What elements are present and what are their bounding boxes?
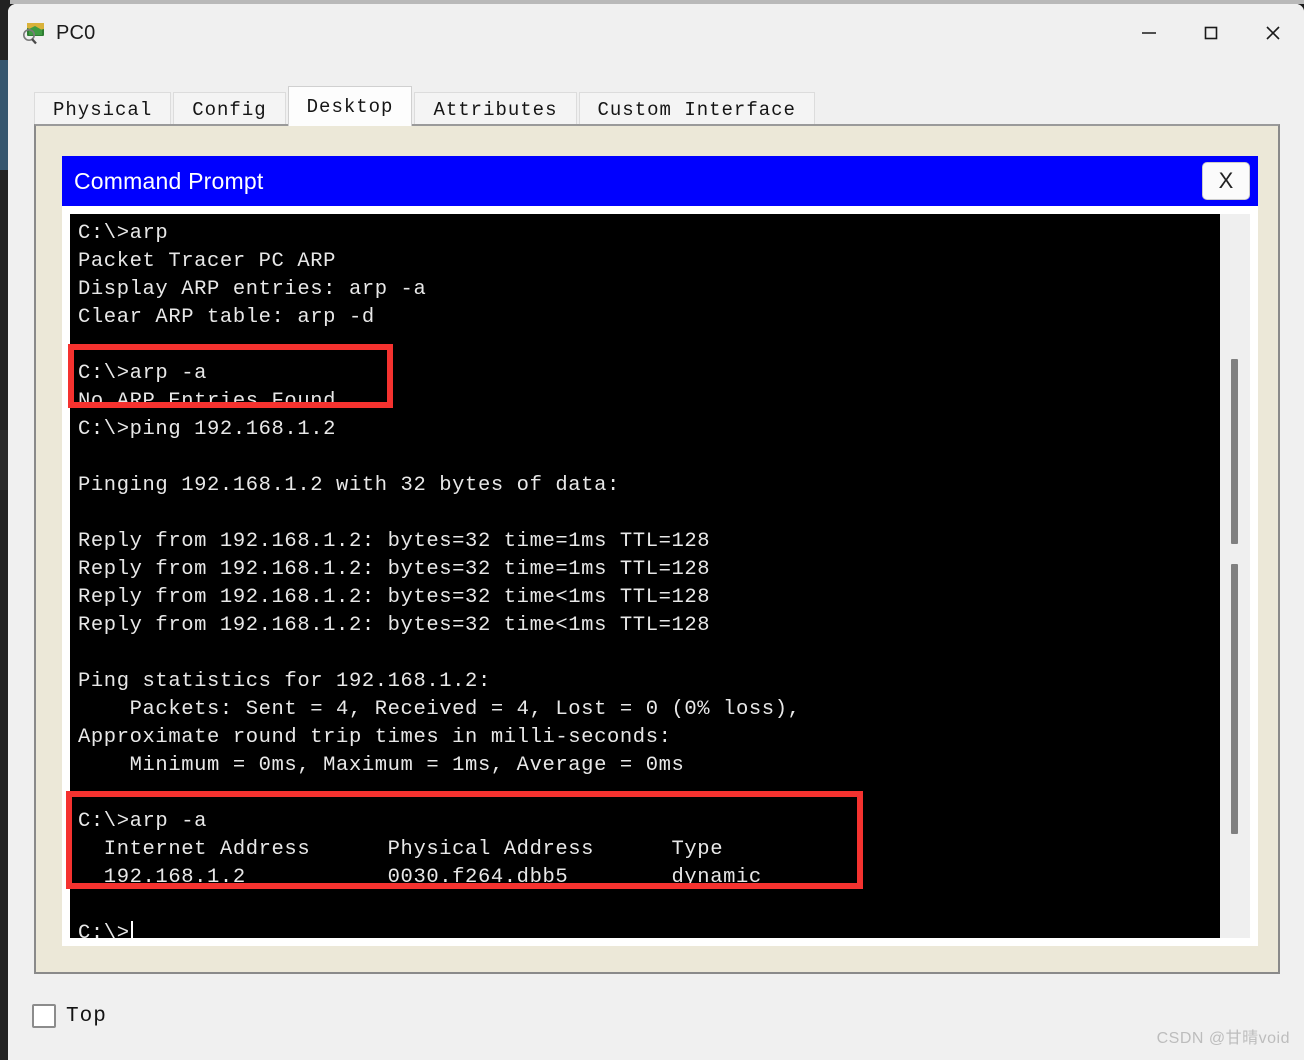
terminal-scrollbar[interactable]	[1220, 214, 1250, 938]
minimize-button[interactable]	[1118, 4, 1180, 62]
tab-physical-label: Physical	[53, 98, 153, 121]
tab-config-label: Config	[192, 98, 267, 121]
terminal-line: C:\>arp -a	[78, 810, 208, 833]
maximize-button[interactable]	[1180, 4, 1242, 62]
terminal-area: C:\>arp Packet Tracer PC ARP Display ARP e…	[66, 214, 1250, 938]
device-tabs: Physical Config Desktop Attributes Custo…	[8, 86, 1304, 126]
terminal-line: Reply from 192.168.1.2: bytes=32 time<1m…	[78, 614, 711, 637]
terminal-scrollbar-thumb-upper[interactable]	[1231, 359, 1238, 544]
terminal-line: 192.168.1.2 0030.f264.dbb5 dynamic	[78, 866, 762, 889]
terminal-line: Minimum = 0ms, Maximum = 1ms, Average = …	[78, 754, 685, 777]
packet-tracer-pc-icon	[22, 20, 48, 46]
terminal-line: Approximate round trip times in milli-se…	[78, 726, 672, 749]
terminal-line: Clear ARP table: arp -d	[78, 306, 375, 329]
watermark: CSDN @甘晴void	[1156, 1030, 1290, 1047]
window-titlebar: PC0	[8, 4, 1304, 62]
command-prompt-titlebar: Command Prompt	[62, 156, 1258, 206]
command-prompt-window: Command Prompt X C:\>arp Packet Tracer PC…	[62, 156, 1258, 946]
tab-custom-interface[interactable]: Custom Interface	[578, 92, 815, 126]
terminal-cursor	[130, 921, 133, 938]
top-checkbox[interactable]	[32, 1004, 56, 1028]
terminal-line: Packets: Sent = 4, Received = 4, Lost = …	[78, 698, 801, 721]
terminal-line: Pinging 192.168.1.2 with 32 bytes of dat…	[78, 474, 620, 497]
top-checkbox-label: Top	[66, 1004, 107, 1028]
terminal-line: No ARP Entries Found	[78, 390, 337, 413]
terminal-line: Reply from 192.168.1.2: bytes=32 time=1m…	[78, 530, 711, 553]
terminal-line: Reply from 192.168.1.2: bytes=32 time<1m…	[78, 586, 711, 609]
desktop-panel: Command Prompt X C:\>arp Packet Tracer PC…	[34, 124, 1280, 974]
titlebar-left: PC0	[8, 20, 96, 46]
tab-desktop[interactable]: Desktop	[287, 86, 413, 126]
tab-custom-interface-label: Custom Interface	[597, 98, 796, 121]
window-controls	[1118, 4, 1304, 62]
top-checkbox-row[interactable]: Top	[32, 1004, 107, 1028]
command-prompt-title: Command Prompt	[74, 167, 264, 194]
tab-desktop-label: Desktop	[306, 95, 394, 118]
terminal-output[interactable]: C:\>arp Packet Tracer PC ARP Display ARP e…	[70, 214, 1220, 938]
terminal-line: C:\>ping 192.168.1.2	[78, 418, 337, 441]
terminal-scrollbar-thumb-lower[interactable]	[1231, 564, 1238, 834]
command-prompt-close-button[interactable]: X	[1202, 162, 1250, 200]
terminal-line: Ping statistics for 192.168.1.2:	[78, 670, 491, 693]
terminal-line: C:\>arp -a	[78, 362, 208, 385]
pc0-device-window: PC0 Physical Config Desktop Attributes C…	[8, 4, 1304, 1060]
tab-attributes-label: Attributes	[433, 98, 558, 121]
tab-attributes[interactable]: Attributes	[414, 92, 577, 126]
terminal-line: Reply from 192.168.1.2: bytes=32 time=1m…	[78, 558, 711, 581]
tab-physical[interactable]: Physical	[34, 92, 172, 126]
terminal-line: Display ARP entries: arp -a	[78, 278, 427, 301]
window-title: PC0	[56, 21, 96, 44]
close-button[interactable]	[1242, 4, 1304, 62]
tab-config[interactable]: Config	[173, 92, 286, 126]
terminal-line: Internet Address Physical Address Type	[78, 838, 724, 861]
terminal-line: C:\>arp	[78, 222, 169, 245]
terminal-line: C:\>	[78, 920, 1220, 938]
terminal-line: Packet Tracer PC ARP	[78, 250, 337, 273]
